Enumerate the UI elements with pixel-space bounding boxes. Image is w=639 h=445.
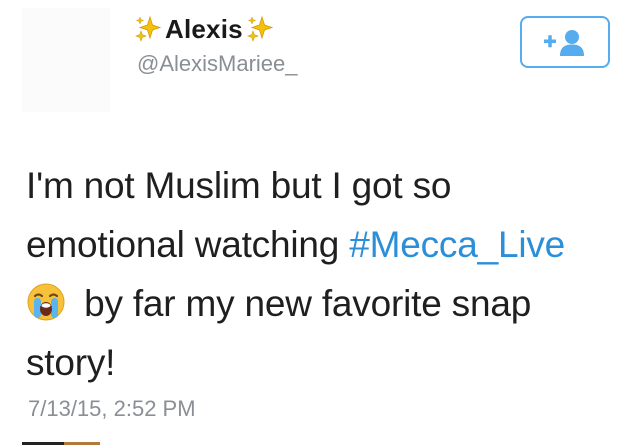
- tweet-line: story!: [26, 342, 116, 383]
- follow-button[interactable]: [520, 16, 610, 68]
- tweet-text-segment: emotional watching: [26, 224, 350, 265]
- tweet-text-segment: by far my new favorite snap: [74, 283, 532, 324]
- sparkles-icon: [135, 15, 162, 42]
- add-user-icon: [544, 30, 584, 56]
- tweet-text: I'm not Muslim but I got so emotional wa…: [26, 156, 626, 392]
- tweet-line: by far my new favorite snap: [26, 274, 626, 333]
- hashtag-link[interactable]: #Mecca_Live: [349, 224, 565, 265]
- display-name-row[interactable]: Alexis: [134, 14, 274, 44]
- tweet-line: I'm not Muslim but I got so: [26, 165, 452, 206]
- avatar[interactable]: [22, 8, 110, 112]
- tweet-line: emotional watching #Mecca_Live: [26, 215, 626, 274]
- display-name: Alexis: [165, 14, 243, 44]
- user-handle[interactable]: @AlexisMariee_: [137, 51, 298, 77]
- tweet-timestamp[interactable]: 7/13/15, 2:52 PM: [28, 396, 196, 422]
- sparkles-icon: [246, 15, 274, 42]
- loudly-crying-face-icon: [27, 283, 65, 321]
